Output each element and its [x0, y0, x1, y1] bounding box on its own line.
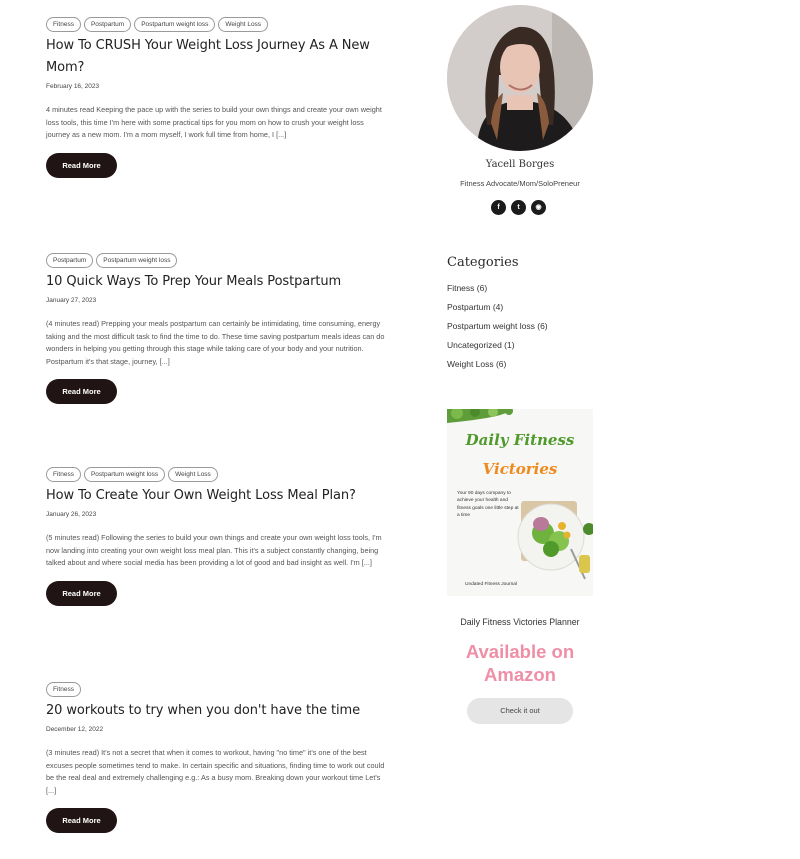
post-date: February 16, 2023: [46, 83, 100, 90]
tag-link[interactable]: Fitness: [46, 682, 81, 697]
read-more-button[interactable]: Read More: [46, 379, 117, 405]
author-role: Fitness Advocate/Mom/SoloPreneur: [460, 179, 580, 188]
planner-footer: Undated Fitness Journal: [465, 582, 517, 587]
post-card: Fitness Postpartum Postpartum weight los…: [46, 17, 386, 178]
read-more-button[interactable]: Read More: [46, 808, 117, 834]
social-links: f t ◉: [491, 200, 546, 215]
author-portrait-image: [447, 5, 593, 151]
category-link[interactable]: Weight Loss (6): [447, 358, 548, 377]
planner-description: Your 90 days company to achieve your hea…: [457, 491, 519, 519]
post-title[interactable]: How To Create Your Own Weight Loss Meal …: [46, 485, 386, 507]
category-list: Fitness (6) Postpartum (4) Postpartum we…: [447, 282, 548, 377]
planner-title-line1: Daily Fitness: [465, 431, 575, 449]
post-title[interactable]: 10 Quick Ways To Prep Your Meals Postpar…: [46, 271, 386, 293]
post-date: December 12, 2022: [46, 726, 104, 733]
read-more-button[interactable]: Read More: [46, 580, 117, 606]
post-excerpt: (5 minutes read) Following the series to…: [46, 533, 382, 568]
post-date: January 26, 2023: [46, 511, 97, 518]
post-card: Fitness Postpartum weight loss Weight Lo…: [46, 467, 386, 606]
post-date: January 27, 2023: [46, 297, 97, 304]
tag-link[interactable]: Postpartum: [83, 17, 132, 32]
planner-caption: Daily Fitness Victories Planner: [460, 617, 580, 627]
categories-heading: Categories: [447, 255, 519, 270]
tag-link[interactable]: Postpartum weight loss: [134, 17, 216, 32]
post-tags: Fitness: [46, 682, 386, 697]
post-excerpt: (3 minutes read) It's not a secret that …: [46, 748, 385, 795]
tag-link[interactable]: Postpartum: [46, 253, 94, 268]
tag-link[interactable]: Postpartum weight loss: [83, 467, 166, 482]
category-link[interactable]: Fitness (6): [447, 282, 548, 301]
tag-link[interactable]: Fitness: [46, 17, 81, 32]
post-card: Fitness 20 workouts to try when you don'…: [46, 682, 386, 834]
facebook-icon[interactable]: f: [491, 200, 506, 215]
rss-icon[interactable]: ◉: [531, 200, 546, 215]
planner-cover-image[interactable]: Daily Fitness Victories Your 90 days com…: [447, 409, 593, 596]
post-tags: Fitness Postpartum weight loss Weight Lo…: [46, 467, 386, 482]
post-title[interactable]: 20 workouts to try when you don't have t…: [46, 700, 386, 722]
read-more-button[interactable]: Read More: [46, 152, 117, 178]
check-it-out-button[interactable]: Check it out: [467, 698, 573, 724]
post-card: Postpartum Postpartum weight loss 10 Qui…: [46, 253, 386, 405]
category-link[interactable]: Postpartum weight loss (6): [447, 320, 548, 339]
post-title[interactable]: How To CRUSH Your Weight Loss Journey As…: [46, 35, 386, 79]
author-avatar: [447, 5, 593, 151]
category-link[interactable]: Uncategorized (1): [447, 339, 548, 358]
tag-link[interactable]: Postpartum weight loss: [96, 253, 178, 268]
post-excerpt: 4 minutes read Keeping the pace up with …: [46, 105, 382, 140]
post-excerpt: (4 minutes read) Prepping your meals pos…: [46, 319, 385, 366]
post-tags: Postpartum Postpartum weight loss: [46, 253, 386, 268]
tag-link[interactable]: Weight Loss: [218, 17, 269, 32]
twitter-icon[interactable]: t: [511, 200, 526, 215]
author-name: Yacell Borges: [485, 159, 555, 170]
tag-link[interactable]: Fitness: [46, 467, 81, 482]
available-on-amazon[interactable]: Available on Amazon: [437, 640, 603, 686]
category-link[interactable]: Postpartum (4): [447, 301, 548, 320]
planner-title-line2: Victories: [482, 460, 558, 478]
post-tags: Fitness Postpartum Postpartum weight los…: [46, 17, 386, 32]
tag-link[interactable]: Weight Loss: [168, 467, 218, 482]
